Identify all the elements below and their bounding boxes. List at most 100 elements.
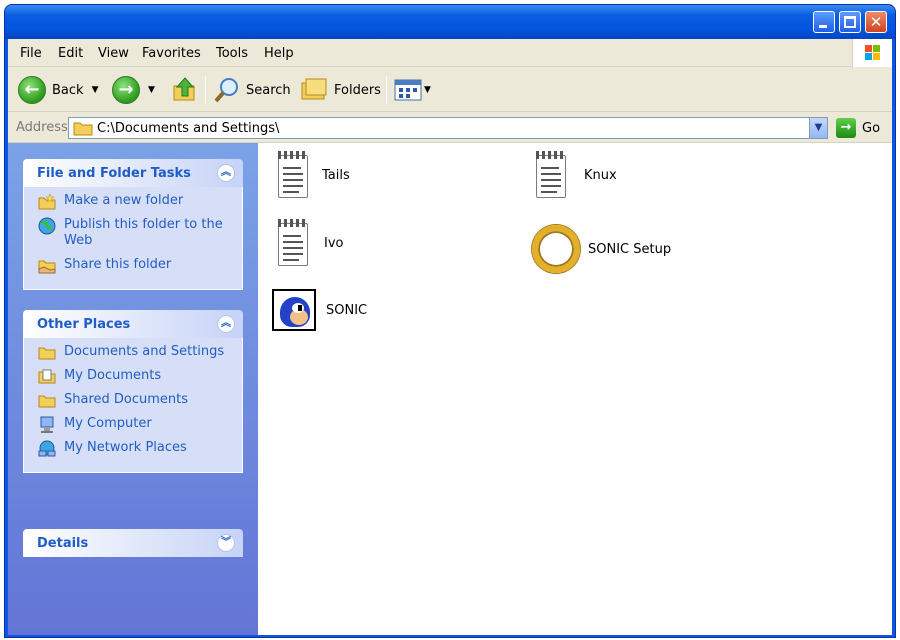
search-button[interactable]: Search: [214, 74, 291, 106]
place-label: My Computer: [64, 416, 152, 431]
windows-logo-icon: [852, 39, 892, 67]
forward-dropdown-icon[interactable]: ▼: [148, 85, 155, 95]
address-value: C:\Documents and Settings\: [97, 121, 280, 136]
address-input[interactable]: C:\Documents and Settings\ ▼: [68, 117, 828, 139]
share-folder-icon: [38, 260, 56, 274]
menu-edit[interactable]: Edit: [58, 46, 83, 61]
expand-chevron-icon[interactable]: ︾: [217, 534, 235, 552]
back-arrow-icon: ←: [18, 76, 46, 104]
my-documents-icon: [38, 369, 56, 384]
notepad-icon: [276, 219, 310, 267]
panel-header[interactable]: Other Places ︽: [23, 310, 243, 338]
panel-header[interactable]: File and Folder Tasks ︽: [23, 159, 243, 187]
place-label: Documents and Settings: [64, 344, 225, 359]
panel-title: Other Places: [37, 317, 131, 332]
folder-icon: [73, 122, 93, 136]
file-name: Ivo: [324, 235, 344, 251]
place-my-documents[interactable]: My Documents: [24, 368, 242, 392]
task-share-folder[interactable]: Share this folder: [24, 257, 242, 281]
task-label: Share this folder: [64, 257, 172, 272]
explorer-window: ✕ File Edit View Favorites Tools Help ← …: [4, 4, 896, 638]
logo-red: [865, 45, 872, 52]
maximize-button[interactable]: [839, 11, 861, 33]
panel-title: Details: [37, 536, 89, 551]
close-icon: ✕: [869, 13, 883, 31]
network-places-icon: [38, 440, 56, 457]
menu-tools[interactable]: Tools: [216, 46, 248, 61]
file-name: SONIC: [326, 302, 368, 318]
close-button[interactable]: ✕: [865, 11, 887, 33]
my-computer-icon: [40, 416, 54, 433]
up-folder-icon: [173, 77, 195, 101]
task-pane: File and Folder Tasks ︽ Make a new folde…: [8, 143, 258, 635]
back-label: Back: [52, 82, 84, 98]
notepad-icon: [534, 151, 568, 199]
notepad-icon: [276, 151, 310, 199]
views-dropdown-icon[interactable]: ▼: [424, 85, 431, 95]
file-item[interactable]: SONIC Setup: [532, 225, 671, 273]
new-folder-icon: [38, 193, 56, 210]
folders-button[interactable]: Folders: [300, 74, 381, 106]
go-arrow-icon: →: [836, 118, 856, 138]
search-icon: [214, 78, 238, 103]
toolbar-separator: [205, 76, 206, 104]
details-panel: Details ︾: [23, 529, 243, 557]
search-label: Search: [246, 82, 291, 98]
file-view: Tails Knux Ivo SONIC Setup SONIC: [258, 143, 892, 635]
task-label: Publish this folder to the Web: [64, 217, 223, 248]
menu-file[interactable]: File: [20, 46, 42, 61]
logo-blue: [865, 53, 872, 60]
folders-label: Folders: [334, 82, 381, 98]
place-my-computer[interactable]: My Computer: [24, 416, 242, 440]
address-label: Address: [16, 120, 68, 135]
file-name: Knux: [584, 167, 617, 183]
folder-icon: [38, 395, 56, 408]
menu-help[interactable]: Help: [264, 46, 294, 61]
file-item[interactable]: Ivo: [276, 219, 343, 267]
collapse-chevron-icon[interactable]: ︽: [217, 315, 235, 333]
task-publish-web[interactable]: Publish this folder to the Web: [24, 217, 242, 257]
menu-favorites[interactable]: Favorites: [142, 46, 201, 61]
up-folder-button[interactable]: [172, 74, 198, 106]
go-button[interactable]: → Go: [836, 117, 880, 139]
place-my-network-places[interactable]: My Network Places: [24, 440, 242, 464]
task-label: Make a new folder: [64, 193, 184, 208]
publish-web-icon: [38, 217, 56, 235]
panel-title: File and Folder Tasks: [37, 166, 191, 181]
panel-body: Documents and Settings My Documents Shar…: [23, 338, 243, 473]
minimize-icon: [819, 25, 827, 28]
place-label: Shared Documents: [64, 392, 189, 407]
place-documents-and-settings[interactable]: Documents and Settings: [24, 344, 242, 368]
logo-yellow: [873, 53, 880, 60]
file-name: SONIC Setup: [588, 241, 672, 257]
toolbar-separator: [386, 76, 387, 104]
collapse-chevron-icon[interactable]: ︽: [217, 164, 235, 182]
title-bar[interactable]: ✕: [5, 5, 895, 39]
place-label: My Network Places: [64, 440, 187, 455]
gold-ring-icon: [532, 225, 580, 273]
back-button[interactable]: ← Back ▼: [18, 74, 98, 106]
sonic-icon: [272, 289, 316, 331]
file-item[interactable]: Tails: [276, 151, 350, 199]
address-dropdown-icon[interactable]: ▼: [809, 118, 827, 138]
folders-icon: [301, 78, 327, 100]
panel-body: Make a new folder Publish this folder to…: [23, 187, 243, 290]
forward-button[interactable]: → ▼: [112, 74, 155, 106]
panel-header[interactable]: Details ︾: [23, 529, 243, 557]
place-shared-documents[interactable]: Shared Documents: [24, 392, 242, 416]
views-icon: [394, 79, 422, 101]
file-name: Tails: [322, 167, 350, 183]
file-item[interactable]: SONIC: [272, 289, 367, 331]
maximize-icon: [844, 16, 856, 28]
minimize-button[interactable]: [813, 11, 835, 33]
back-dropdown-icon[interactable]: ▼: [92, 85, 99, 95]
go-label: Go: [862, 120, 881, 136]
other-places-panel: Other Places ︽ Documents and Settings My…: [23, 310, 243, 473]
views-button[interactable]: ▼: [394, 74, 431, 106]
menu-view[interactable]: View: [98, 46, 129, 61]
menu-bar: File Edit View Favorites Tools Help: [8, 39, 892, 67]
forward-arrow-icon: →: [112, 76, 140, 104]
file-item[interactable]: Knux: [534, 151, 617, 199]
task-make-new-folder[interactable]: Make a new folder: [24, 193, 242, 217]
toolbar: ← Back ▼ → ▼ Search Folders ▼: [8, 68, 892, 112]
